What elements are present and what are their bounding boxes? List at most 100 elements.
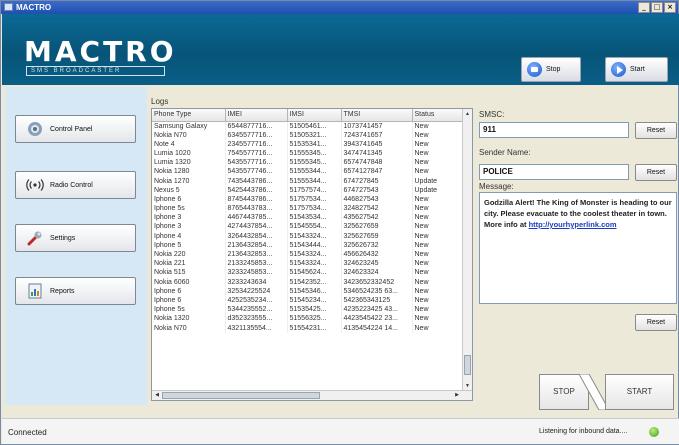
table-cell: New bbox=[412, 231, 464, 241]
table-cell: 2345577716... bbox=[225, 139, 288, 149]
table-row[interactable]: Nokia 1270 7435443786... 51555344... 674727… bbox=[152, 176, 464, 186]
table-cell: 3474741345 bbox=[341, 148, 413, 159]
message-label: Message: bbox=[479, 182, 514, 191]
table-row[interactable]: Iphone 5s 5344235552... 51535425... 4235223… bbox=[152, 305, 464, 315]
table-row[interactable]: Nokia N70 4321135554... 51554231... 4135454… bbox=[152, 323, 464, 333]
table-cell: 6574747848 bbox=[341, 158, 413, 168]
table-cell: 4423545422 23... bbox=[341, 314, 413, 324]
scroll-up-icon[interactable]: ▲ bbox=[463, 109, 472, 119]
table-row[interactable]: Iphone 4 3264432854... 51543324... 32562765… bbox=[152, 231, 464, 241]
scroll-right-icon[interactable]: ▶ bbox=[452, 391, 462, 400]
horizontal-scrollbar[interactable]: ◀ ▶ bbox=[152, 390, 472, 400]
table-row[interactable]: Nokia 1320 d352323555... 51556325... 442354… bbox=[152, 314, 464, 324]
table-cell: 4321135554... bbox=[225, 323, 288, 333]
nav-radio-control[interactable]: Radio Control bbox=[15, 171, 136, 199]
window-title: MACTRO bbox=[16, 3, 52, 12]
table-cell: 51555344... bbox=[287, 167, 342, 177]
table-cell: Iphone 4 bbox=[152, 231, 226, 241]
table-row[interactable]: Nexus 5 5425443786... 51757574... 674727543… bbox=[152, 185, 464, 195]
nav-settings[interactable]: Settings bbox=[15, 224, 136, 252]
column-header[interactable]: IMSI bbox=[287, 109, 342, 122]
column-header[interactable]: IMEI bbox=[225, 109, 288, 122]
app-logo: MACTRO bbox=[24, 35, 177, 68]
window-controls: _ □ × bbox=[638, 2, 676, 13]
table-cell: Iphone 6 bbox=[152, 194, 226, 204]
logs-table[interactable]: Phone Type IMEI IMSI TMSI Status Samsung Gal… bbox=[151, 108, 473, 401]
maximize-button[interactable]: □ bbox=[651, 2, 663, 13]
smsc-input[interactable]: 911 bbox=[479, 122, 629, 138]
table-row[interactable]: Nokia 1280 5435577746... 51555344... 657412… bbox=[152, 167, 464, 177]
table-cell: New bbox=[412, 130, 464, 140]
table-row[interactable]: Nokia 515 3233245853... 51545624... 3246233… bbox=[152, 268, 464, 278]
nav-label: Reports bbox=[50, 287, 75, 295]
table-cell: 51545234... bbox=[287, 295, 342, 306]
table-row[interactable]: Lumia 1320 5435577716... 51555345... 657474… bbox=[152, 158, 464, 168]
table-row[interactable]: Iphone 3 4467443785... 51543534... 43562754… bbox=[152, 213, 464, 223]
table-row[interactable]: Iphone 5s 8765443783... 51757534... 3248275… bbox=[152, 204, 464, 214]
table-row[interactable]: Nokia 6060 3233243634 51542352... 342365233… bbox=[152, 277, 464, 287]
table-cell: New bbox=[412, 286, 464, 296]
table-cell: 51505321... bbox=[287, 130, 342, 140]
start-button[interactable]: START bbox=[605, 374, 674, 410]
table-row[interactable]: Note 4 2345577716... 51535341... 3943741645… bbox=[152, 139, 464, 149]
table-row[interactable]: Iphone 5 2136432854... 51543444... 32562673… bbox=[152, 240, 464, 250]
table-cell: 325627659 bbox=[341, 222, 413, 232]
table-cell: 324827542 bbox=[341, 204, 413, 214]
table-cell: 4467443785... bbox=[225, 213, 288, 223]
message-reset-button[interactable]: Reset bbox=[635, 314, 677, 331]
column-header[interactable]: Phone Type bbox=[152, 109, 226, 122]
nav-reports[interactable]: Reports bbox=[15, 277, 136, 305]
column-header[interactable]: Status bbox=[412, 109, 464, 122]
wrench-icon bbox=[27, 231, 42, 246]
sender-reset-button[interactable]: Reset bbox=[635, 164, 677, 181]
table-cell: 1073741457 bbox=[341, 121, 413, 131]
message-link[interactable]: http://yourhyperlink.com bbox=[529, 220, 617, 229]
table-cell: Nokia 1320 bbox=[152, 314, 226, 324]
table-row[interactable]: Iphone 6 32534225524 51545346... 5346524235… bbox=[152, 286, 464, 296]
header-start-button[interactable]: Start bbox=[605, 57, 668, 82]
table-cell: 456626432 bbox=[341, 249, 413, 260]
hscroll-thumb[interactable] bbox=[162, 392, 320, 399]
table-cell: 51556325... bbox=[287, 314, 342, 324]
table-cell: New bbox=[412, 204, 464, 214]
table-cell: Update bbox=[412, 176, 464, 186]
scroll-left-icon[interactable]: ◀ bbox=[152, 391, 162, 400]
table-row[interactable]: Samsung Galaxy 6544877716... 51505461... 10… bbox=[152, 121, 464, 131]
table-cell: Iphone 3 bbox=[152, 213, 226, 223]
table-row[interactable]: Nokia N70 6345577716... 51505321... 7243741… bbox=[152, 130, 464, 140]
table-cell: New bbox=[412, 167, 464, 177]
radio-icon bbox=[26, 179, 44, 191]
table-cell: New bbox=[412, 158, 464, 168]
header-stop-button[interactable]: Stop bbox=[521, 57, 581, 82]
table-row[interactable]: Iphone 6 8745443786... 51757534... 44682754… bbox=[152, 194, 464, 204]
table-cell: 51543324... bbox=[287, 231, 342, 241]
scroll-thumb[interactable] bbox=[464, 355, 471, 375]
vertical-scrollbar[interactable]: ▲ ▼ bbox=[462, 109, 472, 391]
table-cell: 51535425... bbox=[287, 305, 342, 315]
message-textarea[interactable]: Godzilla Alert! The King of Monster is h… bbox=[479, 192, 677, 304]
table-cell: 3233243634 bbox=[225, 277, 288, 287]
table-cell: 5346524235 63... bbox=[341, 286, 413, 296]
table-row[interactable]: Nokia 221 2133245853... 51543324... 3246232… bbox=[152, 259, 464, 269]
close-button[interactable]: × bbox=[664, 2, 676, 13]
smsc-reset-button[interactable]: Reset bbox=[635, 122, 677, 139]
table-cell: New bbox=[412, 222, 464, 232]
sender-name-input[interactable]: POLICE bbox=[479, 164, 629, 180]
table-cell: 51545346... bbox=[287, 286, 342, 296]
nav-control-panel[interactable]: Control Panel bbox=[15, 115, 136, 143]
table-row[interactable]: Lumia 1020 7545577716... 51555345... 347474… bbox=[152, 148, 464, 159]
minimize-button[interactable]: _ bbox=[638, 2, 650, 13]
table-row[interactable]: Iphone 3 4274437854... 51545554... 32562765… bbox=[152, 222, 464, 232]
table-cell: New bbox=[412, 314, 464, 324]
connection-status: Connected bbox=[8, 428, 47, 437]
app-sublogo: SMS BROADCASTER bbox=[26, 66, 165, 76]
table-cell: 324623324 bbox=[341, 268, 413, 278]
table-row[interactable]: Iphone 6 4252535234... 51545234... 54236534… bbox=[152, 295, 464, 306]
column-header[interactable]: TMSI bbox=[341, 109, 413, 122]
table-cell: 4135454224 14... bbox=[341, 323, 413, 333]
table-cell: Nokia 221 bbox=[152, 259, 226, 269]
table-cell: New bbox=[412, 121, 464, 131]
table-cell: 674727543 bbox=[341, 185, 413, 195]
table-row[interactable]: Nokia 220 2136432853... 51543324... 4566264… bbox=[152, 249, 464, 260]
table-cell: New bbox=[412, 194, 464, 204]
